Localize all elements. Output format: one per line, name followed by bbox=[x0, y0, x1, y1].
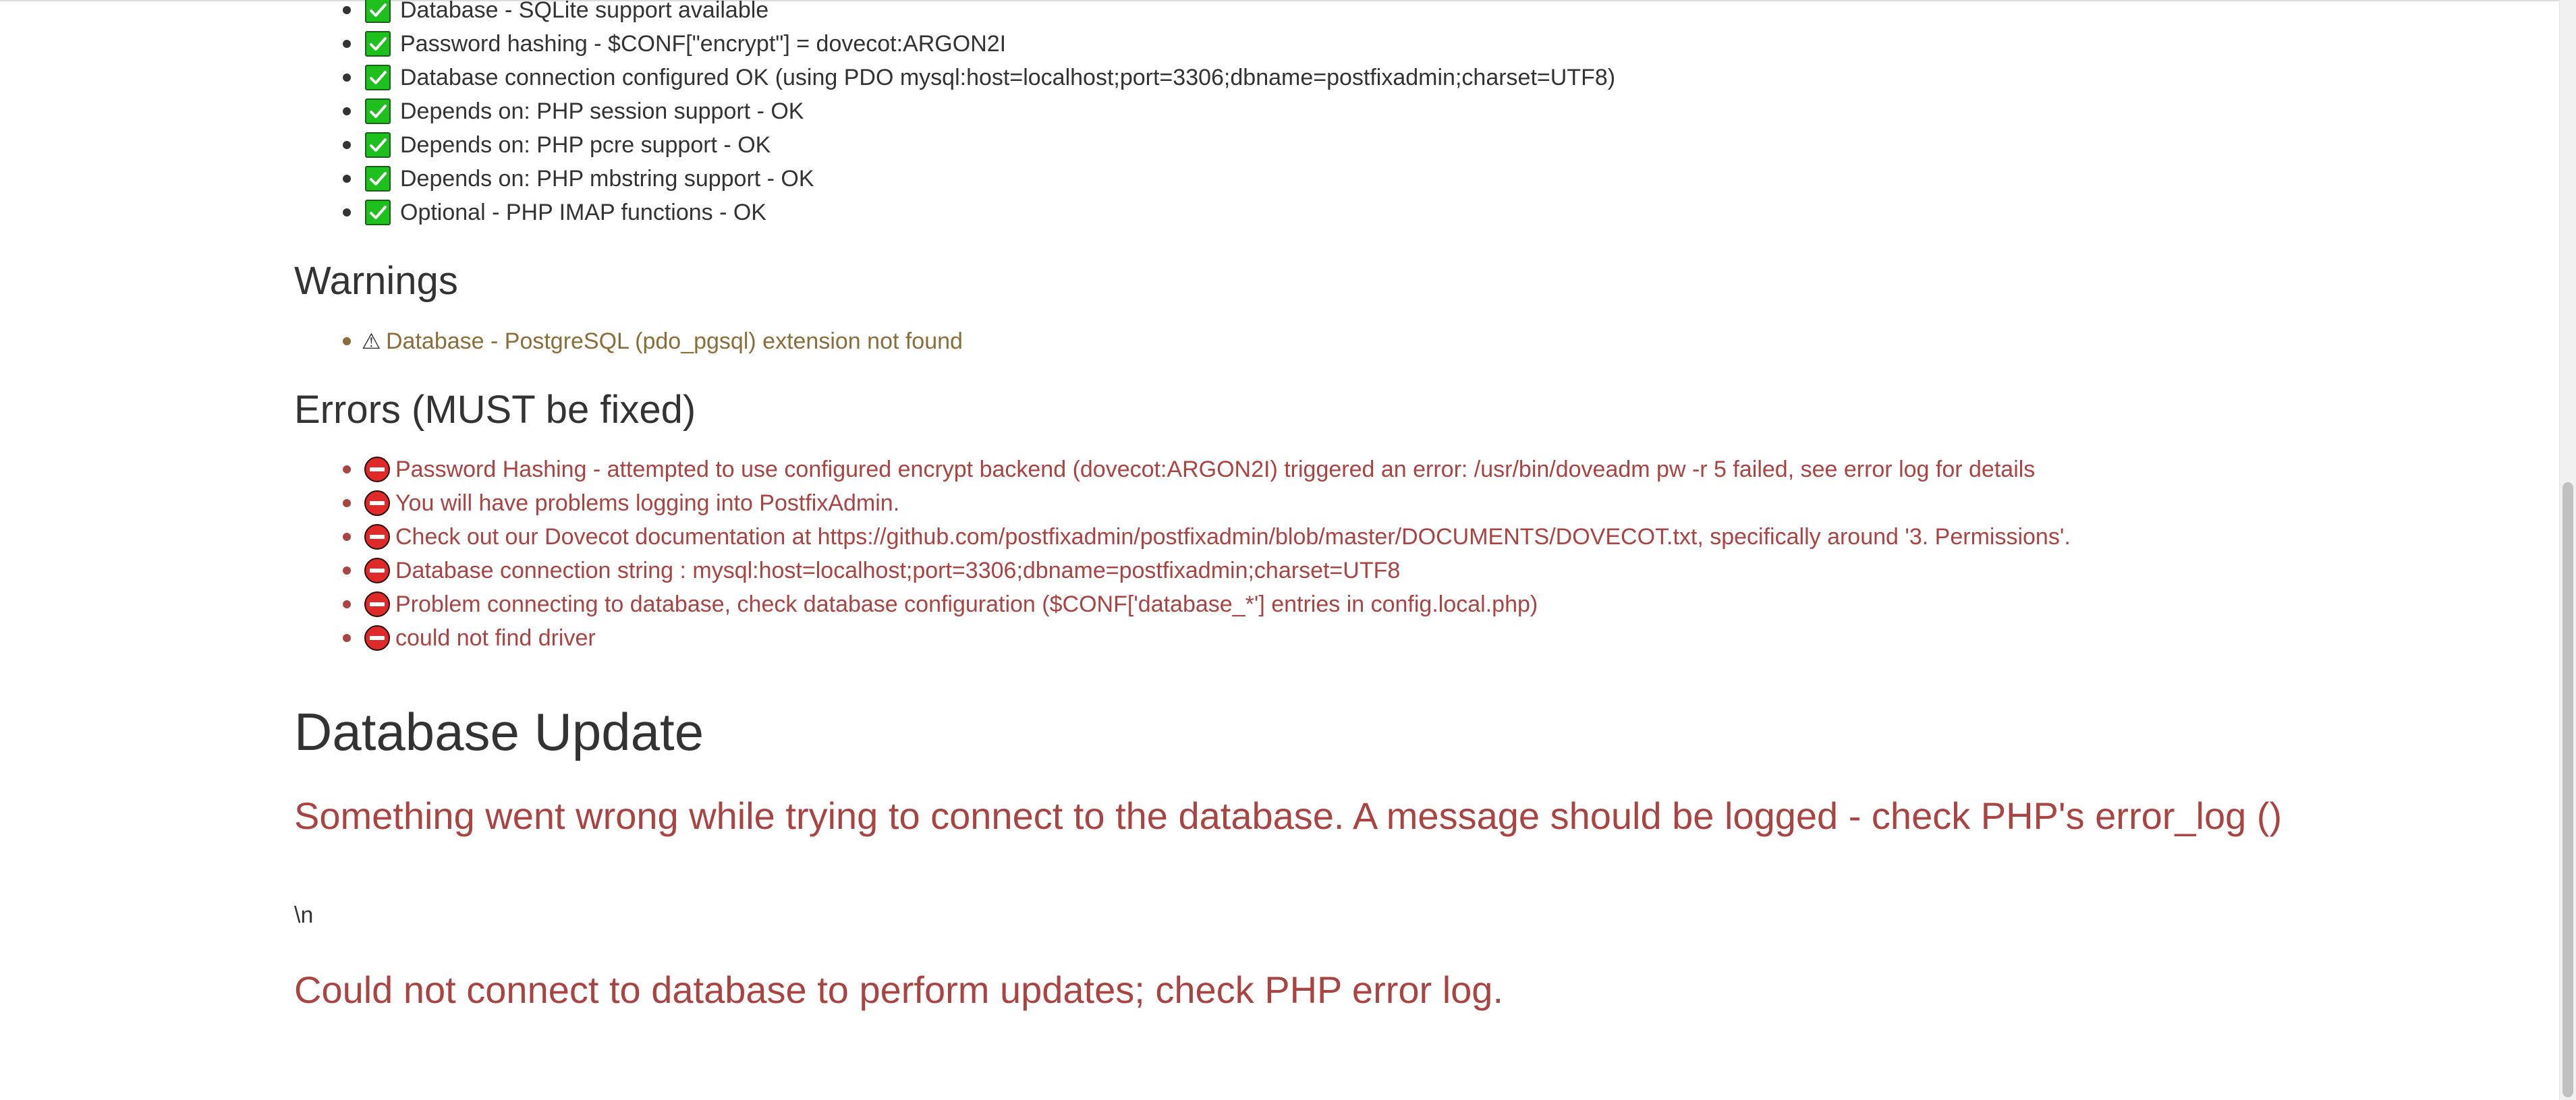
bullet bbox=[343, 107, 351, 115]
error-item: Database connection string : mysql:host=… bbox=[294, 554, 2071, 587]
error-item-text: Password Hashing - attempted to use conf… bbox=[395, 457, 2036, 482]
errors-heading: Errors (MUST be fixed) bbox=[294, 388, 696, 432]
vertical-scrollbar[interactable] bbox=[2559, 0, 2576, 1100]
check-box-icon bbox=[365, 200, 391, 225]
check-item: Database connection configured OK (using… bbox=[294, 61, 1615, 94]
check-box-icon bbox=[365, 65, 391, 90]
bullet bbox=[343, 600, 351, 608]
database-error-message: Something went wrong while trying to con… bbox=[294, 794, 2283, 837]
error-item-text: Check out our Dovecot documentation at h… bbox=[395, 524, 2071, 550]
bullet bbox=[343, 567, 351, 575]
check-list: Database - SQLite support available Pass… bbox=[294, 0, 1615, 229]
no-entry-icon bbox=[364, 490, 390, 516]
warning-list: ⚠ Database - PostgreSQL (pdo_pgsql) exte… bbox=[294, 324, 963, 358]
no-entry-icon bbox=[364, 524, 390, 550]
error-item-text: could not find driver bbox=[395, 625, 596, 651]
check-item: Password hashing - $CONF["encrypt"] = do… bbox=[294, 27, 1615, 61]
no-entry-icon bbox=[364, 625, 390, 651]
error-item-text: You will have problems logging into Post… bbox=[395, 490, 900, 516]
scrollbar-thumb[interactable] bbox=[2563, 482, 2573, 1097]
check-item: Depends on: PHP pcre support - OK bbox=[294, 128, 1615, 162]
error-item: You will have problems logging into Post… bbox=[294, 486, 2071, 520]
check-box-icon bbox=[365, 98, 391, 124]
no-entry-icon bbox=[364, 558, 390, 583]
error-item: Check out our Dovecot documentation at h… bbox=[294, 520, 2071, 554]
bullet bbox=[343, 6, 351, 14]
check-box-icon bbox=[365, 0, 391, 23]
check-item-text: Depends on: PHP session support - OK bbox=[400, 98, 804, 124]
bullet bbox=[343, 175, 351, 183]
error-item: could not find driver bbox=[294, 621, 2071, 655]
error-list: Password Hashing - attempted to use conf… bbox=[294, 453, 2071, 655]
bullet bbox=[343, 465, 351, 473]
check-box-icon bbox=[365, 166, 391, 192]
newline-text: \n bbox=[294, 902, 314, 928]
check-item-text: Database - SQLite support available bbox=[400, 0, 769, 23]
check-item-text: Depends on: PHP mbstring support - OK bbox=[400, 166, 814, 192]
no-entry-icon bbox=[364, 591, 390, 617]
warning-sign-icon: ⚠ bbox=[362, 328, 381, 354]
check-item: Database - SQLite support available bbox=[294, 0, 1615, 27]
check-box-icon bbox=[365, 132, 391, 158]
check-item-text: Database connection configured OK (using… bbox=[400, 65, 1616, 90]
no-entry-icon bbox=[364, 457, 390, 482]
bullet bbox=[343, 337, 351, 345]
error-item-text: Problem connecting to database, check da… bbox=[395, 591, 1538, 617]
warning-item-text: Database - PostgreSQL (pdo_pgsql) extens… bbox=[386, 328, 963, 354]
check-item-text: Optional - PHP IMAP functions - OK bbox=[400, 200, 766, 225]
bullet bbox=[343, 74, 351, 82]
database-update-title: Database Update bbox=[294, 702, 704, 761]
error-item-text: Database connection string : mysql:host=… bbox=[395, 558, 1401, 583]
bullet bbox=[343, 634, 351, 642]
error-item: Password Hashing - attempted to use conf… bbox=[294, 453, 2071, 486]
bullet bbox=[343, 499, 351, 507]
warning-item: ⚠ Database - PostgreSQL (pdo_pgsql) exte… bbox=[294, 324, 963, 358]
check-item-text: Password hashing - $CONF["encrypt"] = do… bbox=[400, 31, 1007, 57]
check-item: Depends on: PHP mbstring support - OK bbox=[294, 162, 1615, 196]
bullet bbox=[343, 208, 351, 216]
check-item: Depends on: PHP session support - OK bbox=[294, 94, 1615, 128]
check-item-text: Depends on: PHP pcre support - OK bbox=[400, 132, 771, 158]
bullet bbox=[343, 40, 351, 48]
error-item: Problem connecting to database, check da… bbox=[294, 587, 2071, 621]
bullet bbox=[343, 533, 351, 541]
check-item: Optional - PHP IMAP functions - OK bbox=[294, 196, 1615, 229]
check-box-icon bbox=[365, 31, 391, 57]
connect-error-message: Could not connect to database to perform… bbox=[294, 968, 1503, 1011]
warnings-heading: Warnings bbox=[294, 259, 458, 303]
bullet bbox=[343, 141, 351, 149]
